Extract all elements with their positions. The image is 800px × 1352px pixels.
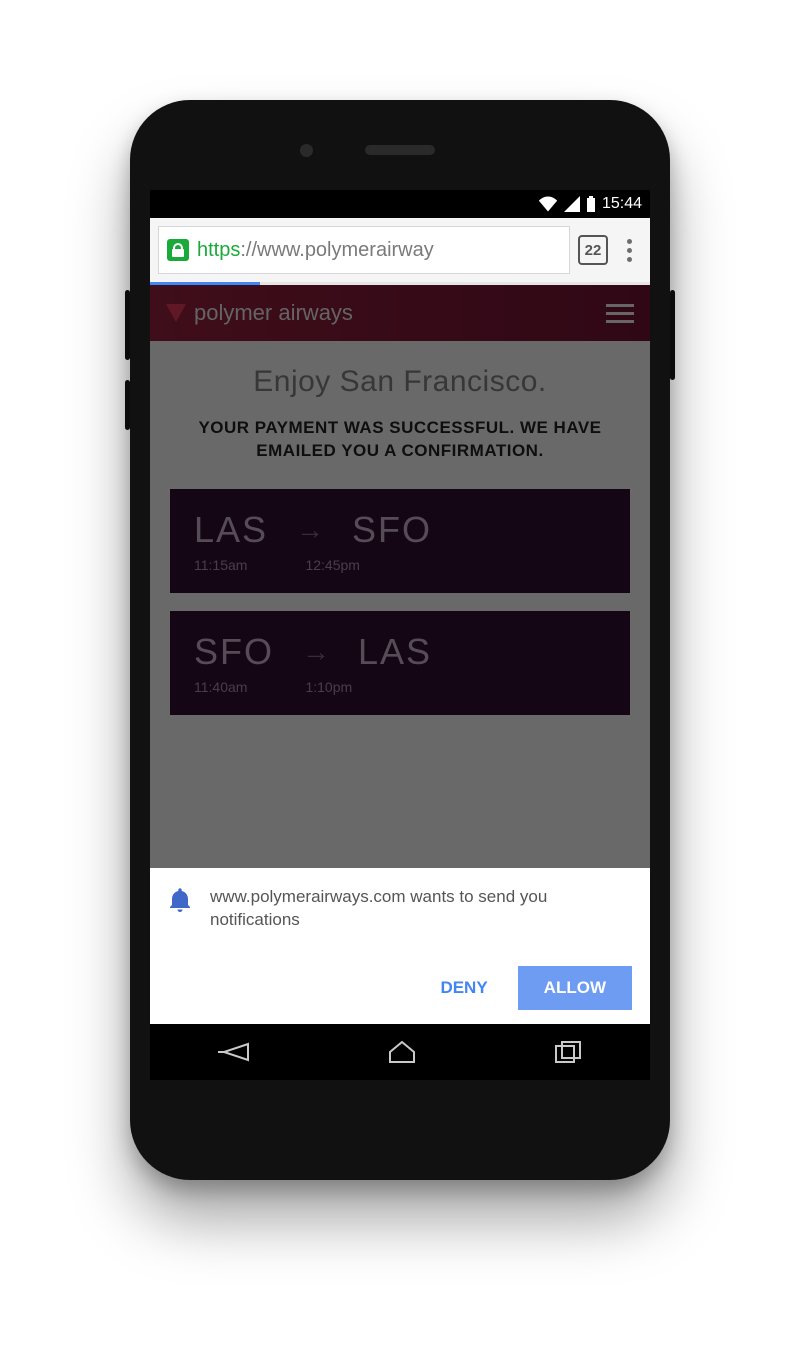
phone-side-button	[125, 290, 130, 360]
phone-frame: 15:44 https://www.polymerairway 22 polym…	[130, 100, 670, 1180]
back-icon[interactable]	[218, 1040, 250, 1064]
notification-permission-prompt: www.polymerairways.com wants to send you…	[150, 868, 650, 1024]
bell-icon	[168, 886, 192, 912]
wifi-icon	[538, 196, 558, 212]
url-bar[interactable]: https://www.polymerairway	[158, 226, 570, 274]
status-time: 15:44	[602, 195, 642, 213]
browser-toolbar: https://www.polymerairway 22	[150, 218, 650, 282]
lock-icon	[167, 239, 189, 261]
android-status-bar: 15:44	[150, 190, 650, 218]
allow-button[interactable]: ALLOW	[518, 966, 632, 1010]
url-scheme: https	[197, 239, 240, 262]
page-viewport: polymer airways Enjoy San Francisco. YOU…	[150, 285, 650, 1024]
recents-icon[interactable]	[554, 1040, 582, 1064]
phone-speaker	[365, 145, 435, 155]
phone-camera	[300, 144, 313, 157]
url-host: ://www.polymerairway	[240, 239, 433, 262]
phone-screen: 15:44 https://www.polymerairway 22 polym…	[150, 190, 650, 1080]
home-icon[interactable]	[387, 1040, 417, 1064]
phone-side-button	[125, 380, 130, 430]
browser-menu-button[interactable]	[616, 233, 642, 268]
android-nav-bar	[150, 1024, 650, 1080]
tabs-button[interactable]: 22	[578, 235, 608, 265]
deny-button[interactable]: DENY	[434, 968, 493, 1008]
battery-icon	[586, 196, 596, 212]
cell-signal-icon	[564, 196, 580, 212]
phone-side-button	[670, 290, 675, 380]
permission-text: www.polymerairways.com wants to send you…	[210, 886, 632, 932]
